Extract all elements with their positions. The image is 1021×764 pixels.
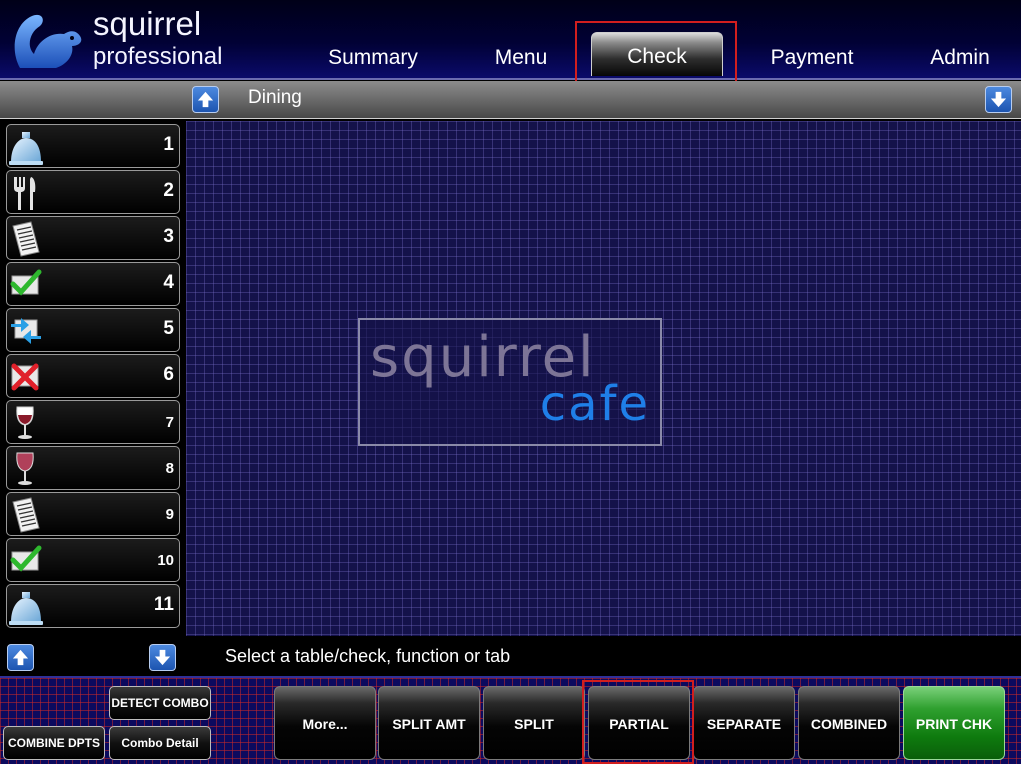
cloche-icon <box>9 132 43 165</box>
brand-subtitle: professional <box>93 43 223 70</box>
table-number: 10 <box>157 552 174 569</box>
table-button-8[interactable]: 8 <box>6 446 180 490</box>
detect-combo-button[interactable]: DETECT COMBO <box>109 686 211 720</box>
status-message: Select a table/check, function or tab <box>225 646 511 666</box>
cloche-icon <box>9 592 43 625</box>
table-button-2[interactable]: 2 <box>6 170 180 214</box>
table-button-10[interactable]: 10 <box>6 538 180 582</box>
checkmark-icon <box>10 545 42 572</box>
combine-dpts-button[interactable]: COMBINE DPTS <box>3 726 105 760</box>
split-amt-button[interactable]: SPLIT AMT <box>378 686 480 760</box>
separate-button[interactable]: SEPARATE <box>693 686 795 760</box>
app-header: squirrel professional Summary Menu Check… <box>0 0 1021 80</box>
more-button[interactable]: More... <box>274 686 376 760</box>
tab-menu[interactable]: Menu <box>480 44 562 72</box>
table-number: 7 <box>165 414 174 431</box>
squirrel-cafe-logo: squirrel cafe <box>358 318 662 446</box>
logo-word-cafe: cafe <box>539 376 650 432</box>
print-chk-button[interactable]: PRINT CHK <box>903 686 1005 760</box>
table-number: 9 <box>165 506 174 523</box>
section-bar: Dining <box>0 81 1021 119</box>
split-button[interactable]: SPLIT <box>483 686 585 760</box>
section-up-button[interactable] <box>192 86 219 113</box>
arrow-up-icon <box>12 649 29 666</box>
table-number: 5 <box>163 318 174 339</box>
empty-wine-glass-icon <box>16 406 34 439</box>
red-x-icon <box>11 363 39 391</box>
table-button-11[interactable]: 11 <box>6 584 180 628</box>
table-button-6[interactable]: 6 <box>6 354 180 398</box>
arrow-down-icon <box>990 91 1007 108</box>
table-button-4[interactable]: 4 <box>6 262 180 306</box>
table-list: 1 2 3 4 5 6 7 8 9 10 11 <box>0 121 185 636</box>
wine-glass-icon <box>16 452 34 485</box>
arrow-down-icon <box>154 649 171 666</box>
fork-knife-icon <box>14 177 36 210</box>
floor-plan[interactable]: squirrel cafe <box>186 121 1021 636</box>
table-number: 6 <box>163 364 174 385</box>
squirrel-logo-icon <box>14 14 82 68</box>
checkmark-icon <box>10 269 42 296</box>
table-number: 8 <box>165 460 174 477</box>
receipt-icon <box>12 221 40 257</box>
section-title: Dining <box>248 87 302 108</box>
combo-detail-button[interactable]: Combo Detail <box>109 726 211 760</box>
table-number: 1 <box>163 134 174 155</box>
table-number: 3 <box>163 226 174 247</box>
transfer-arrows-icon <box>11 318 41 344</box>
table-number: 4 <box>163 272 174 293</box>
brand-name: squirrel <box>93 5 202 42</box>
section-down-button[interactable] <box>985 86 1012 113</box>
table-button-5[interactable]: 5 <box>6 308 180 352</box>
status-bar: Select a table/check, function or tab <box>0 637 1021 675</box>
table-number: 11 <box>153 594 174 615</box>
arrow-up-icon <box>197 91 214 108</box>
table-button-9[interactable]: 9 <box>6 492 180 536</box>
table-button-3[interactable]: 3 <box>6 216 180 260</box>
tab-summary[interactable]: Summary <box>318 44 428 72</box>
table-number: 2 <box>163 180 174 201</box>
receipt-icon <box>12 497 40 533</box>
tables-scroll-down-button[interactable] <box>149 644 176 671</box>
partial-button[interactable]: PARTIAL <box>588 686 690 760</box>
tab-admin[interactable]: Admin <box>920 44 1000 72</box>
tab-payment[interactable]: Payment <box>760 44 864 72</box>
tables-scroll-up-button[interactable] <box>7 644 34 671</box>
table-button-1[interactable]: 1 <box>6 124 180 168</box>
tab-check[interactable]: Check <box>591 32 723 76</box>
combined-button[interactable]: COMBINED <box>798 686 900 760</box>
table-button-7[interactable]: 7 <box>6 400 180 444</box>
